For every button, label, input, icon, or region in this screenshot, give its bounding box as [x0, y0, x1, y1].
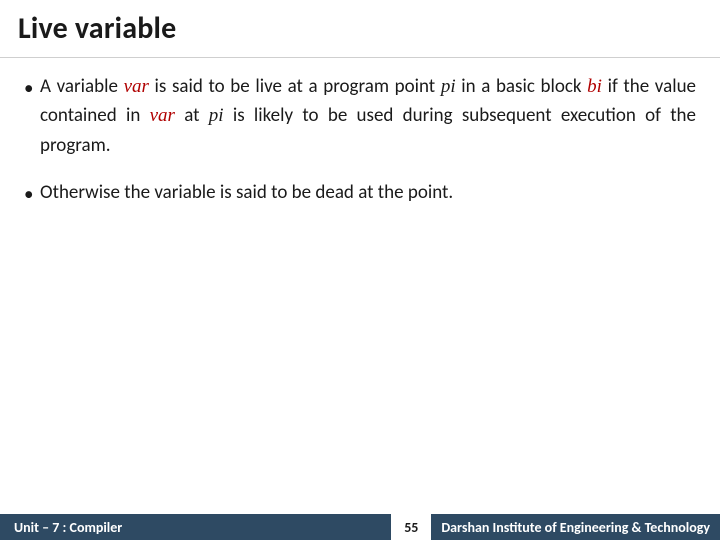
bullet-1-mid4: at — [184, 104, 209, 127]
math-var-1: var — [124, 76, 149, 97]
bullet-2-text: Otherwise the variable is said to be dea… — [40, 178, 696, 209]
footer-spacer — [136, 514, 391, 540]
bullet-1-mid1: is said to be live at a program point — [155, 75, 441, 98]
bullet-1-text: A variable var is said to be live at a p… — [40, 72, 696, 160]
title-area: Live variable — [0, 0, 720, 53]
content-area: • A variable var is said to be live at a… — [0, 58, 720, 210]
math-pi-1: pi — [441, 76, 456, 97]
footer-page-number: 55 — [391, 514, 431, 540]
bullet-dot-icon: • — [24, 72, 40, 160]
bullet-dot-icon: • — [24, 178, 40, 209]
math-var-2: var — [150, 105, 175, 126]
math-bi: bi — [587, 76, 602, 97]
bullet-1-pre: A variable — [40, 75, 124, 98]
bullet-2: • Otherwise the variable is said to be d… — [24, 178, 696, 209]
footer-institute: Darshan Institute of Engineering & Techn… — [431, 514, 720, 540]
slide: Live variable • A variable var is said t… — [0, 0, 720, 540]
footer-unit: Unit – 7 : Compiler — [0, 514, 136, 540]
bullet-1-mid2: in a basic block — [461, 75, 587, 98]
math-pi-2: pi — [209, 105, 224, 126]
footer-bar: Unit – 7 : Compiler 55 Darshan Institute… — [0, 514, 720, 540]
slide-title: Live variable — [18, 10, 702, 47]
bullet-1: • A variable var is said to be live at a… — [24, 72, 696, 160]
